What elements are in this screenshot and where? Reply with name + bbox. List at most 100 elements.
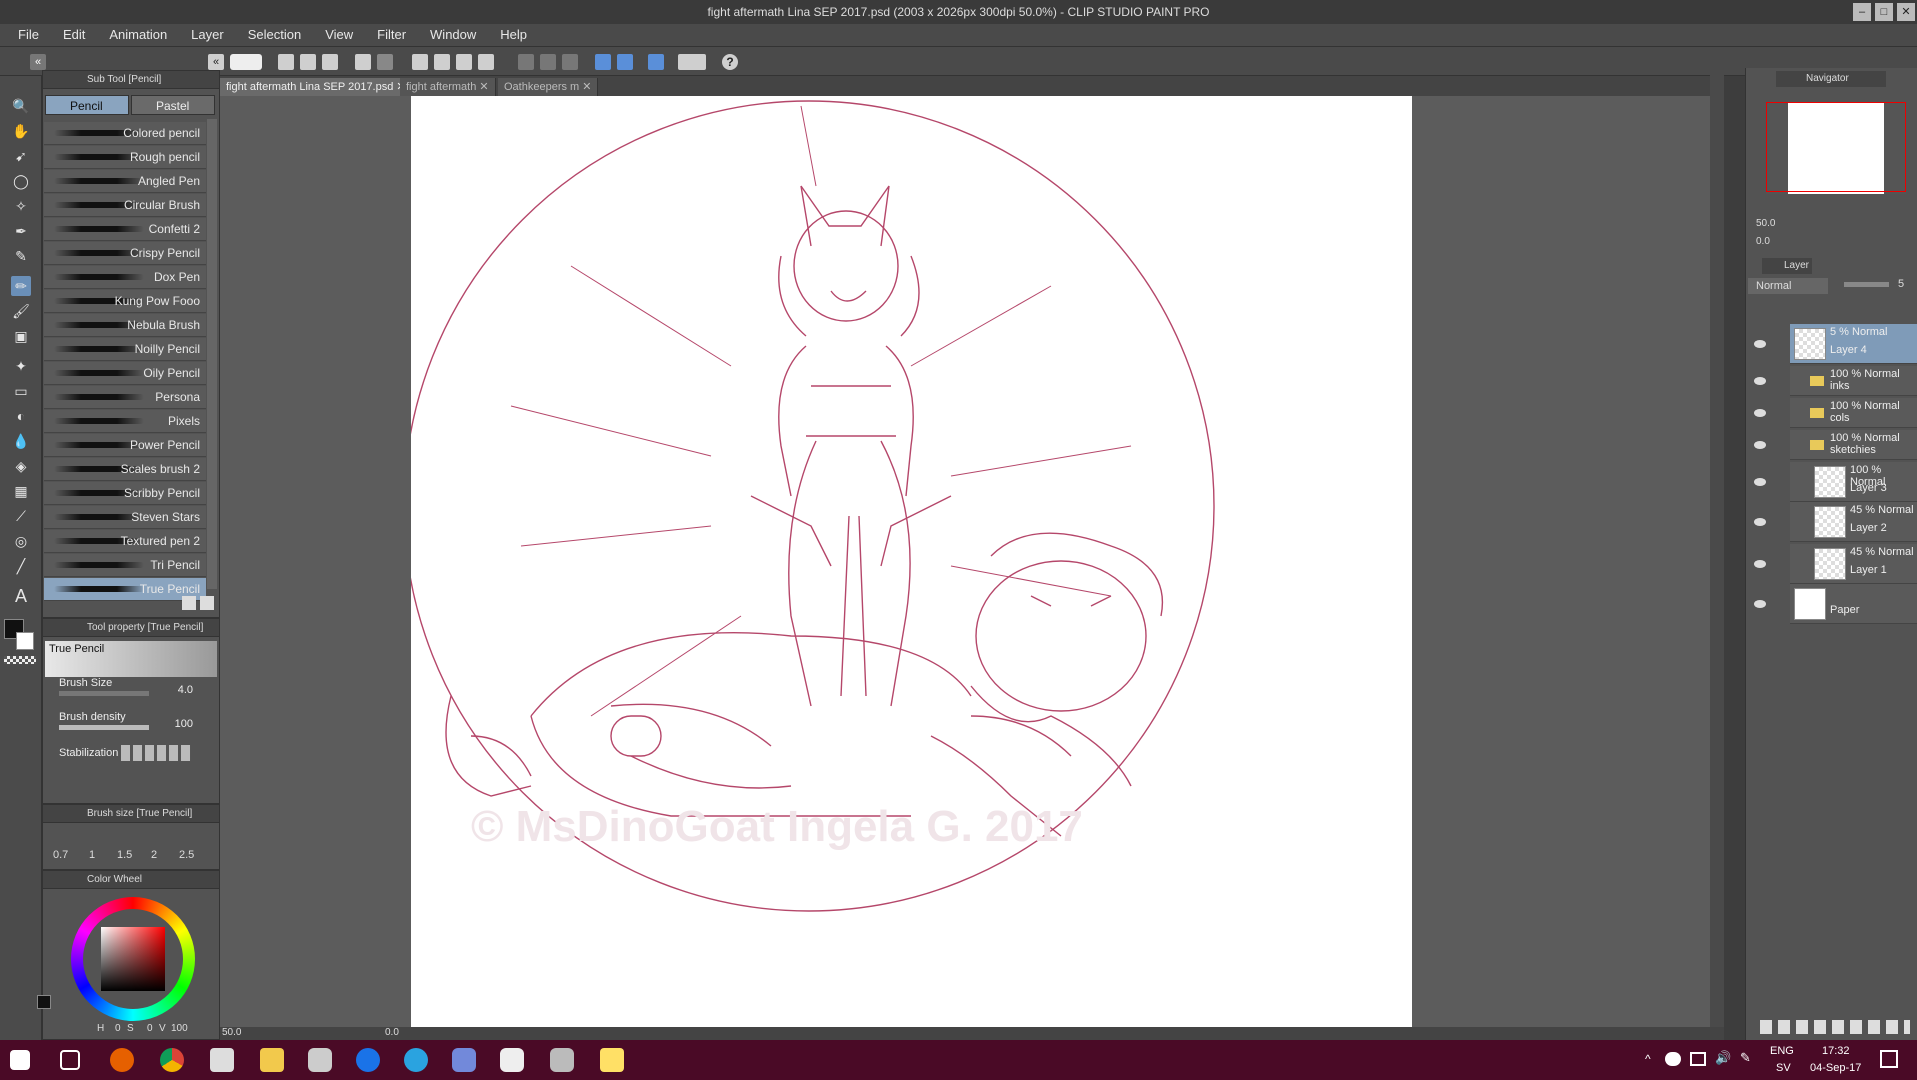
lasso-tool-icon[interactable]: ◯ (11, 171, 31, 191)
redo-icon[interactable] (377, 54, 393, 70)
visibility-eye-icon[interactable] (1754, 409, 1766, 417)
brush-item[interactable]: Pixels (44, 410, 206, 433)
tab-document-1[interactable]: fight aftermath ✕ (400, 78, 496, 96)
menu-edit[interactable]: Edit (51, 24, 97, 46)
brush-tool-icon[interactable]: 🖌 (11, 301, 31, 321)
layer-row[interactable]: 45 % Normal Layer 1 (1790, 544, 1917, 584)
gradient-icon[interactable]: ◈ (11, 456, 31, 476)
navigator-angle[interactable]: 0.0 (1756, 236, 1770, 247)
close-icon[interactable]: ✕ (1897, 3, 1915, 21)
layer-actions-bar[interactable] (1760, 1020, 1910, 1034)
brush-size-slider[interactable] (59, 691, 149, 696)
navigator-viewport[interactable] (1766, 102, 1906, 192)
size-preset-3[interactable]: 2 (151, 849, 157, 861)
layer-row[interactable]: 5 % Normal Layer 4 (1790, 324, 1917, 364)
region-label[interactable]: SV (1776, 1062, 1791, 1074)
canvas-angle[interactable]: 0.0 (385, 1027, 399, 1038)
canvas-zoom[interactable]: 50.0 (222, 1027, 241, 1038)
brush-item[interactable]: Steven Stars (44, 506, 206, 529)
ruler-icon[interactable] (617, 54, 633, 70)
layer-row[interactable]: 100 % Normal cols (1790, 398, 1917, 428)
brush-item[interactable]: Angled Pen (44, 170, 206, 193)
brush-item[interactable]: Tri Pencil (44, 554, 206, 577)
visibility-eye-icon[interactable] (1754, 441, 1766, 449)
snap-special-icon[interactable] (562, 54, 578, 70)
new-file-icon[interactable] (278, 54, 294, 70)
new-subtool-icon[interactable] (182, 596, 196, 610)
save-icon[interactable] (322, 54, 338, 70)
open-file-icon[interactable] (300, 54, 316, 70)
opacity-value[interactable]: 5 (1898, 278, 1904, 290)
brush-item[interactable]: Circular Brush (44, 194, 206, 217)
start-icon[interactable] (10, 1050, 30, 1070)
airbrush-icon[interactable]: ▣ (11, 326, 31, 346)
layer-row[interactable]: 100 % Normal inks (1790, 366, 1917, 396)
density-value[interactable]: 100 (153, 718, 193, 730)
pen-pressure-icon[interactable] (648, 54, 664, 70)
layer-row[interactable]: 45 % Normal Layer 2 (1790, 502, 1917, 542)
hand-tool-icon[interactable]: ✋ (11, 121, 31, 141)
clip-studio-launcher-icon[interactable] (550, 1048, 574, 1072)
sub-color-swatch[interactable] (16, 632, 34, 650)
calculator-icon[interactable] (210, 1048, 234, 1072)
navigator-tab[interactable]: Navigator (1776, 71, 1886, 87)
brush-item[interactable]: Scales brush 2 (44, 458, 206, 481)
firefox-icon[interactable] (110, 1048, 134, 1072)
brush-item[interactable]: Textured pen 2 (44, 530, 206, 553)
visibility-eye-icon[interactable] (1754, 600, 1766, 608)
zoom-tool-icon[interactable]: 🔍 (11, 96, 31, 116)
brush-item[interactable]: Nebula Brush (44, 314, 206, 337)
h-value[interactable]: 0 (115, 1023, 121, 1034)
clip-studio-taskbar-icon[interactable] (500, 1048, 524, 1072)
brush-item[interactable]: Crispy Pencil (44, 242, 206, 265)
visibility-eye-icon[interactable] (1754, 377, 1766, 385)
main-color-small[interactable] (37, 995, 51, 1009)
pen-tool-icon[interactable]: ✎ (11, 246, 31, 266)
brush-item[interactable]: Rough pencil (44, 146, 206, 169)
navigator-zoom[interactable]: 50.0 (1756, 218, 1775, 229)
brush-item[interactable]: Noilly Pencil (44, 338, 206, 361)
onedrive-icon[interactable] (1665, 1052, 1681, 1066)
brush-size-value[interactable]: 4.0 (153, 684, 193, 696)
task-view-icon[interactable] (60, 1050, 80, 1070)
collapse-icon[interactable]: « (208, 54, 224, 70)
clock-date[interactable]: 04-Sep-17 (1810, 1062, 1861, 1074)
help-icon[interactable]: ? (722, 54, 738, 70)
menu-layer[interactable]: Layer (179, 24, 236, 46)
layer-row[interactable]: 100 % Normal sketchies (1790, 430, 1917, 460)
correct-line-icon[interactable]: ◎ (11, 531, 31, 551)
transparent-color-swatch[interactable] (4, 656, 36, 664)
brush-item[interactable]: Persona (44, 386, 206, 409)
snap-icon[interactable] (518, 54, 534, 70)
brush-item[interactable]: Oily Pencil (44, 362, 206, 385)
eraser-icon[interactable]: ▭ (11, 381, 31, 401)
tab-pastel[interactable]: Pastel (131, 95, 215, 115)
deselect-icon[interactable] (412, 54, 428, 70)
text-tool-icon[interactable]: A (11, 586, 31, 606)
brush-item[interactable]: Colored pencil (44, 122, 206, 145)
menu-view[interactable]: View (313, 24, 365, 46)
auto-select-icon[interactable]: ✧ (11, 196, 31, 216)
size-preset-1[interactable]: 1 (89, 849, 95, 861)
menu-file[interactable]: File (6, 24, 51, 46)
undo-icon[interactable] (355, 54, 371, 70)
decoration-icon[interactable]: ✦ (11, 356, 31, 376)
subtool-scrollbar[interactable] (207, 119, 217, 589)
select-all-icon[interactable] (434, 54, 450, 70)
size-preset-2[interactable]: 1.5 (117, 849, 132, 861)
tab-document-0[interactable]: fight aftermath Lina SEP 2017.psd ✕ (220, 78, 413, 96)
figure-icon[interactable]: ▦ (11, 481, 31, 501)
brush-item[interactable]: Scribby Pencil (44, 482, 206, 505)
eyedropper-icon[interactable]: ✒ (11, 221, 31, 241)
ruler-tool-icon[interactable]: ⟋ (11, 506, 31, 526)
fill-icon[interactable]: 💧 (11, 431, 31, 451)
menu-window[interactable]: Window (418, 24, 488, 46)
visibility-eye-icon[interactable] (1754, 518, 1766, 526)
file-explorer-icon[interactable] (260, 1048, 284, 1072)
sv-square[interactable] (101, 927, 165, 991)
canvas-paper[interactable]: © MsDinoGoat Ingela G. 2017 (403, 96, 1412, 1027)
discord-icon[interactable] (452, 1048, 476, 1072)
notification-icon[interactable] (1880, 1050, 1898, 1068)
tab-pencil[interactable]: Pencil (45, 95, 129, 115)
delete-subtool-icon[interactable] (200, 596, 214, 610)
